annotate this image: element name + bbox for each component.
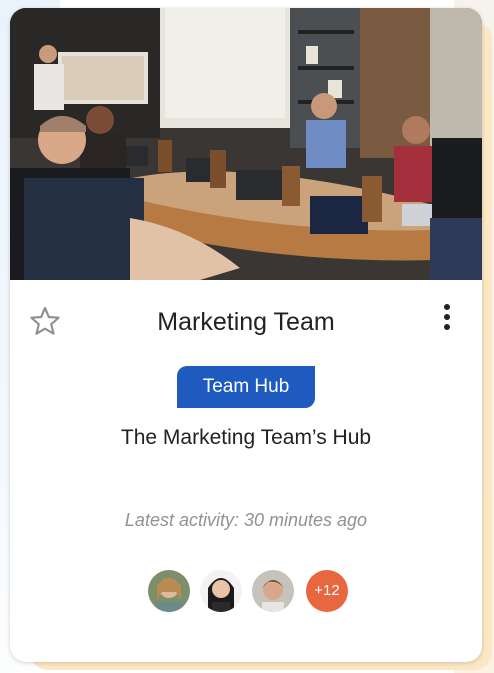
team-card[interactable]: Marketing Team Team Hub The Marketing Te… <box>10 8 482 662</box>
avatar[interactable] <box>200 570 242 612</box>
menu-dot <box>444 314 450 320</box>
latest-activity: Latest activity: 30 minutes ago <box>124 510 368 530</box>
team-photo <box>10 8 482 280</box>
more-members-badge[interactable]: +12 <box>306 570 348 612</box>
menu-dot <box>444 324 450 330</box>
card-subtitle: The Marketing Team’s Hub <box>120 426 372 449</box>
more-vertical-icon[interactable] <box>436 300 458 334</box>
favorite-star-icon[interactable] <box>28 304 62 338</box>
menu-dot <box>444 304 450 310</box>
avatar[interactable] <box>148 570 190 612</box>
team-hub-badge[interactable]: Team Hub <box>177 366 315 408</box>
card-title: Marketing Team <box>157 308 335 336</box>
avatar[interactable] <box>252 570 294 612</box>
